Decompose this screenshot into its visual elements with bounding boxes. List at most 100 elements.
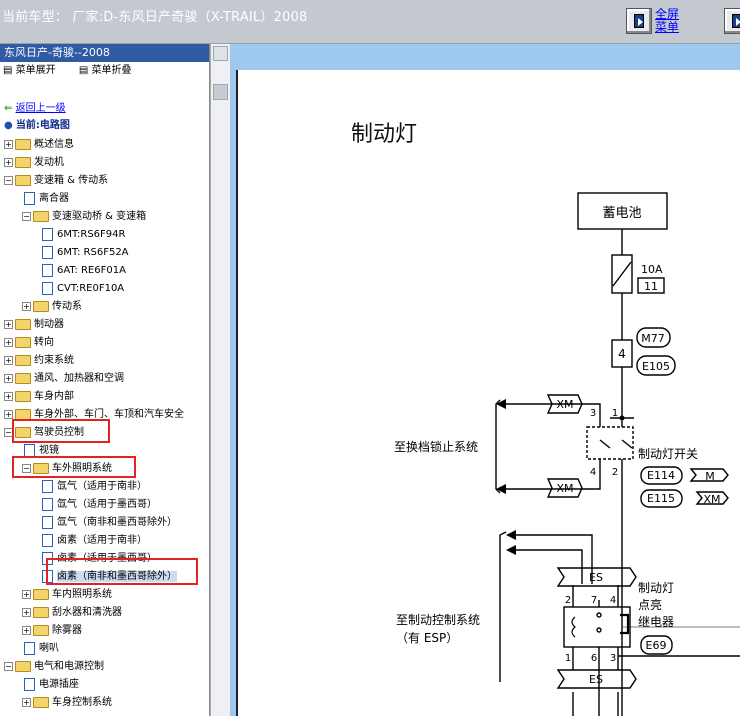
menu-link[interactable]: 菜单 [655,21,679,34]
collapse-toggle-icon[interactable]: − [22,211,31,221]
tree-doc-item[interactable]: CVT:RE0F10A [40,280,124,298]
sidebar-header: 东风日产-奇骏--2008 [0,44,209,62]
tree-doc-item[interactable]: 离合器 [22,190,69,208]
tree-folder-item[interactable]: + 车身控制系统 [22,694,112,712]
tree-folder-item[interactable]: + 发动机 [4,154,64,172]
expand-toggle-icon[interactable]: + [4,319,13,329]
fullscreen-icon[interactable] [626,8,652,34]
connector-m77-label: M77 [641,332,665,345]
next-icon[interactable] [724,8,740,34]
tree-doc-item[interactable]: 6AT: RE6F01A [40,262,126,280]
tree-folder-item[interactable]: + 概述信息 [4,136,74,154]
fuse-number-label: 11 [644,280,658,293]
with-esp-label: （有 ESP） [396,631,458,645]
folder-icon [15,318,31,330]
folder-icon [15,156,31,168]
scroll-thumb[interactable] [213,84,228,100]
collapse-toggle-icon[interactable]: − [4,661,13,671]
expand-toggle-icon[interactable]: + [4,139,13,149]
expand-toggle-icon[interactable]: + [22,625,31,635]
tree-folder-item[interactable]: + 车内照明系统 [22,586,112,604]
tree-folder-item[interactable]: + 车身内部 [4,388,74,406]
document-icon [24,443,35,457]
expand-toggle-icon[interactable]: + [22,697,31,707]
tree-item-label: 氙气（适用于墨西哥） [57,499,157,510]
back-arrow-icon: ⇐ [4,103,13,114]
xm-tag-bottom: XM [556,482,573,495]
collapse-toggle-icon[interactable]: − [4,175,13,185]
relay-pin-7: 7 [591,595,597,606]
menu-controls: ▤ 菜单展开 ▤ 菜单折叠 [0,62,209,80]
expand-toggle-icon[interactable]: + [4,337,13,347]
relay-pin-4: 4 [610,595,616,606]
tree-doc-item[interactable]: 电源插座 [22,676,79,694]
document-icon [42,263,53,277]
tree-item-label: 6MT:RS6F94R [57,229,126,240]
sidebar-scrollbar[interactable] [210,44,230,716]
tree-doc-item[interactable]: 氙气（南非和墨西哥除外） [40,514,177,532]
collapse-label: 菜单折叠 [91,65,132,76]
tree-folder-item[interactable]: + 通风、加热器和空调 [4,370,124,388]
m-tag: M [705,470,715,483]
es-tag-top: ES [589,571,603,584]
pin-icon: ● [4,120,13,131]
back-link[interactable]: ⇐ 返回上一级 [4,100,66,118]
expand-menu-button[interactable]: ▤ 菜单展开 [3,65,66,76]
collapse-menu-button[interactable]: ▤ 菜单折叠 [79,65,142,76]
tree-doc-item[interactable]: 6MT: RS6F52A [40,244,129,262]
folder-icon [33,210,49,222]
tree-doc-item[interactable]: 喇叭 [22,640,59,658]
folder-icon [15,138,31,150]
tree-folder-item[interactable]: + 传动系 [22,298,82,316]
tree-folder-item[interactable]: − 变速驱动桥 & 变速箱 [22,208,146,226]
fuse-amp-label: 10A [641,263,663,276]
tree-folder-item[interactable]: − 电气和电源控制 [4,658,104,676]
folder-icon [15,660,31,672]
tree-item-label: 车身控制系统 [52,697,112,708]
expand-toggle-icon[interactable]: + [4,391,13,401]
folder-icon [15,372,31,384]
document-icon [42,479,53,493]
tree-folder-item[interactable]: + 约束系统 [4,352,74,370]
folder-icon [15,174,31,186]
tree-item-label: 氙气（适用于南非） [57,481,147,492]
tree-folder-item[interactable]: + 除雾器 [22,622,82,640]
highlight-box [12,456,136,478]
folder-icon [15,354,31,366]
document-icon [42,281,53,295]
tree-folder-item[interactable]: − 变速箱 & 传动系 [4,172,108,190]
relay-pin-3: 3 [610,653,616,664]
scroll-up-icon[interactable] [213,46,228,61]
to-shift-lock-label: 至换档锁止系统 [394,439,478,454]
tree-folder-item[interactable]: + 制动器 [4,316,64,334]
tree-folder-item[interactable]: + 转向 [4,334,54,352]
tree-item-label: CVT:RE0F10A [57,283,125,294]
tree-folder-item[interactable]: + 刮水器和清洗器 [22,604,122,622]
tree-doc-item[interactable]: 氙气（适用于墨西哥） [40,496,157,514]
to-brake-ctrl-label: 至制动控制系统 [396,613,480,627]
sidebar: 东风日产-奇骏--2008 ▤ 菜单展开 ▤ 菜单折叠 ⇐ 返回上一级 ● 当前… [0,44,210,716]
expand-toggle-icon[interactable]: + [4,409,13,419]
folder-icon [33,300,49,312]
content-pane: 制动灯 蓄电池 10A 11 4 M77 E105 XM XM 3 1 4 2 … [230,44,740,716]
tree-doc-item[interactable]: 6MT:RS6F94R [40,226,125,244]
expand-toggle-icon[interactable]: + [4,355,13,365]
battery-label: 蓄电池 [602,206,641,221]
expand-toggle-icon[interactable]: + [22,607,31,617]
expand-toggle-icon[interactable]: + [22,301,31,311]
es-tag-bottom: ES [589,673,603,686]
tree-doc-item[interactable]: 氙气（适用于南非） [40,478,147,496]
connector-e105-label: E105 [642,360,670,373]
document-icon [24,677,35,691]
expand-toggle-icon[interactable]: + [22,589,31,599]
relay-label-1: 制动灯 [638,581,674,595]
switch-pin-4: 4 [590,467,596,478]
diagram-canvas: 制动灯 蓄电池 10A 11 4 M77 E105 XM XM 3 1 4 2 … [236,70,740,716]
folder-icon [15,336,31,348]
tree-item-label: 传动系 [52,301,82,312]
tree-doc-item[interactable]: 卤素（适用于南非） [40,532,147,550]
document-icon [42,533,53,547]
tree-item-label: 喇叭 [39,643,59,654]
expand-toggle-icon[interactable]: + [4,373,13,383]
expand-toggle-icon[interactable]: + [4,157,13,167]
